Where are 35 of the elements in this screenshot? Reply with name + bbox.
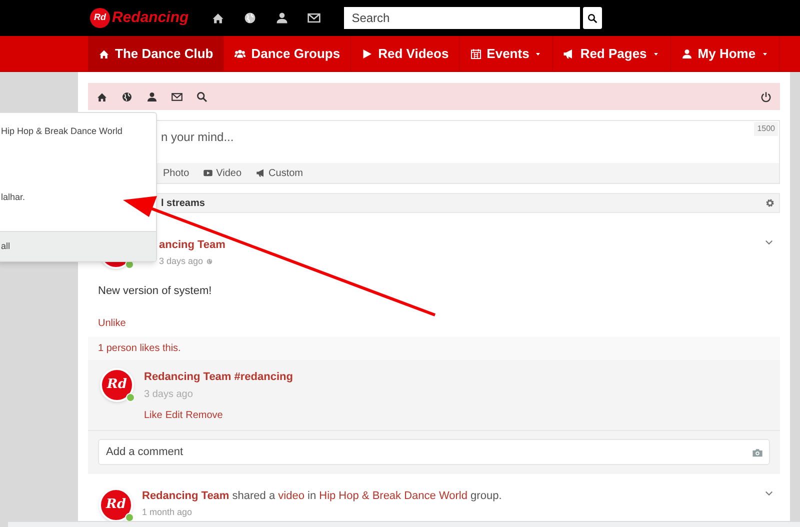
see-all-link[interactable]: all (0, 231, 156, 261)
logo[interactable]: Rd Redancing (90, 6, 189, 30)
post-time: 3 days ago (159, 254, 204, 268)
unlike-link[interactable]: Unlike (88, 316, 780, 330)
post-headline: Redancing Team shared a video in Hip Hop & Break Dance World group. (142, 489, 502, 504)
nav-tab[interactable]: The Dance Club (88, 36, 224, 71)
composer-action[interactable]: Video (203, 166, 242, 180)
comment-author[interactable]: Redancing Team #redancing (144, 368, 293, 385)
comment-field[interactable]: Add a comment (98, 439, 770, 465)
nav-tab[interactable]: Events (460, 36, 554, 71)
nav-tab[interactable]: My Home (670, 36, 780, 71)
composer-action[interactable]: Photo (163, 166, 190, 180)
composer-action[interactable]: Custom (256, 166, 303, 180)
search-field[interactable]: Search (344, 7, 580, 29)
avatar: Rd (100, 368, 134, 402)
nav-tab[interactable]: Dance Groups (224, 36, 352, 71)
post-text: New version of system! (97, 284, 213, 299)
comment-action[interactable]: Like (144, 408, 162, 423)
comment-action[interactable]: Remove (186, 408, 223, 423)
comment-action[interactable]: Edit (165, 408, 183, 423)
notification-text[interactable]: lalhar. (1, 190, 156, 204)
headline-link[interactable]: video (278, 490, 304, 502)
headline-link[interactable]: Redancing Team (142, 490, 230, 502)
avatar: Rd (99, 488, 133, 522)
author-link[interactable]: ancing Team (159, 237, 226, 254)
headline-link[interactable]: Hip Hop & Break Dance World (319, 490, 468, 502)
post-time: 1 month ago (142, 506, 194, 519)
streams-title: l streams (161, 196, 205, 210)
composer-field[interactable]: n your mind... (161, 121, 754, 163)
nav-tab[interactable]: Red Pages (553, 36, 671, 71)
nav-tab[interactable]: Red Videos (351, 36, 460, 71)
likes-count: 1 person likes this. (98, 342, 181, 356)
comment-time: 3 days ago (144, 388, 194, 402)
character-counter: 1500 (754, 122, 778, 136)
notification-text[interactable]: Hip Hop & Break Dance World (1, 125, 156, 138)
